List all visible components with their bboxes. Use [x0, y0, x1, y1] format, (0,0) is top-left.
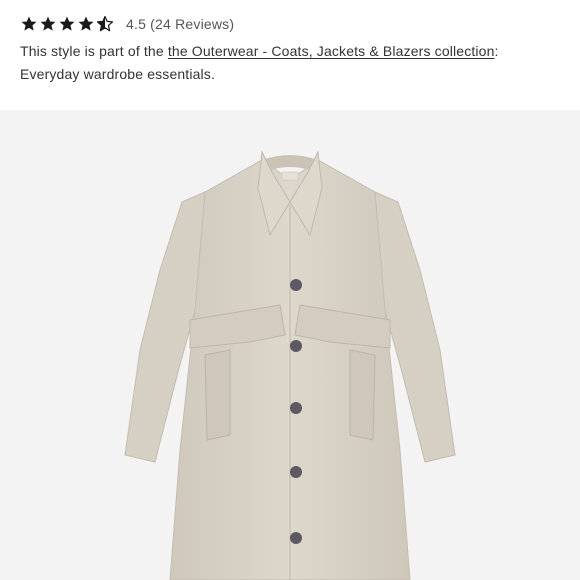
coat-button [290, 340, 302, 352]
collection-link[interactable]: the Outerwear - Coats, Jackets & Blazers… [168, 43, 495, 59]
collection-description: This style is part of the the Outerwear … [20, 40, 565, 86]
coat-button [290, 279, 302, 291]
coat-button [290, 532, 302, 544]
star-full-icon [40, 16, 56, 31]
coat-right-pocket [349, 349, 376, 441]
star-full-icon [21, 16, 37, 31]
description-prefix: This style is part of the [20, 43, 168, 59]
product-image[interactable] [0, 110, 580, 580]
coat-button [290, 466, 302, 478]
description-suffix: : [494, 43, 499, 59]
review-count: (24 Reviews) [150, 16, 235, 32]
trench-coat-image [124, 150, 456, 580]
coat-left-pocket [204, 349, 231, 441]
description-line2: Everyday wardrobe essentials. [20, 66, 215, 82]
star-rating [20, 15, 115, 33]
star-full-icon [78, 16, 94, 31]
rating-summary[interactable]: 4.5 (24 Reviews) [126, 16, 234, 32]
rating-row[interactable]: 4.5 (24 Reviews) [20, 14, 234, 34]
star-half-icon [96, 15, 114, 32]
rating-score: 4.5 [126, 16, 147, 32]
star-full-icon [59, 16, 75, 31]
coat-button [290, 402, 302, 414]
product-info-header: 4.5 (24 Reviews) This style is part of t… [0, 0, 580, 110]
